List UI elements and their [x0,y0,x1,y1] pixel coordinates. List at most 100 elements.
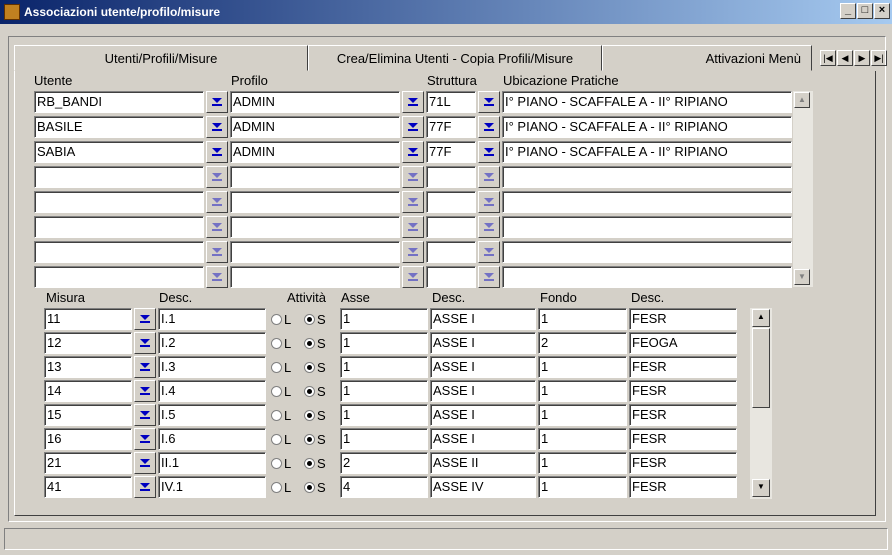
utente-field[interactable] [34,166,204,188]
misura-field[interactable]: 15 [44,404,132,426]
ubicazione-field[interactable] [502,166,792,188]
ubicazione-field[interactable] [502,266,792,288]
asse-field[interactable]: 4 [340,476,428,498]
desc-misura-field[interactable]: I.6 [158,428,266,450]
users-scrollbar[interactable]: ▲ ▼ [793,91,813,287]
utente-dropdown-button[interactable] [206,266,228,288]
desc-misura-field[interactable]: I.1 [158,308,266,330]
asse-field[interactable]: 1 [340,356,428,378]
radio-s-dot[interactable] [304,362,315,373]
profilo-field[interactable] [230,166,400,188]
utente-dropdown-button[interactable] [206,141,228,163]
radio-s-dot[interactable] [304,314,315,325]
profilo-field[interactable]: ADMIN [230,141,400,163]
fondo-field[interactable]: 1 [538,428,627,450]
misura-field[interactable]: 21 [44,452,132,474]
radio-l-dot[interactable] [271,482,282,493]
utente-dropdown-button[interactable] [206,191,228,213]
radio-l-dot[interactable] [271,362,282,373]
struttura-field[interactable]: 71L [426,91,476,113]
struttura-dropdown-button[interactable] [478,216,500,238]
radio-s-dot[interactable] [304,434,315,445]
radio-l-dot[interactable] [271,410,282,421]
scroll-up-icon[interactable]: ▲ [752,309,770,327]
desc-fondo-field[interactable]: FESR [629,380,737,402]
desc-fondo-field[interactable]: FESR [629,476,737,498]
attivita-radio-l[interactable]: L [271,336,291,351]
radio-l-dot[interactable] [271,338,282,349]
misure-scrollbar[interactable]: ▲ ▼ [750,308,772,499]
desc-fondo-field[interactable]: FESR [629,404,737,426]
desc-asse-field[interactable]: ASSE I [430,428,536,450]
desc-fondo-field[interactable]: FESR [629,452,737,474]
ubicazione-field[interactable]: I° PIANO - SCAFFALE A - II° RIPIANO [502,116,792,138]
utente-field[interactable] [34,191,204,213]
tab-attivazioni-menu[interactable]: Attivazioni Menù [602,45,812,71]
close-button[interactable]: × [874,3,890,19]
ubicazione-field[interactable]: I° PIANO - SCAFFALE A - II° RIPIANO [502,91,792,113]
utente-dropdown-button[interactable] [206,116,228,138]
desc-asse-field[interactable]: ASSE IV [430,476,536,498]
fondo-field[interactable]: 1 [538,380,627,402]
last-tab-icon[interactable]: ▶| [871,50,887,66]
profilo-field[interactable] [230,266,400,288]
fondo-field[interactable]: 1 [538,308,627,330]
scroll-down-icon[interactable]: ▼ [752,479,770,497]
misura-dropdown-button[interactable] [134,476,156,498]
attivita-radio-l[interactable]: L [271,312,291,327]
attivita-radio-s[interactable]: S [304,360,326,375]
prev-tab-icon[interactable]: ◀ [837,50,853,66]
misura-dropdown-button[interactable] [134,428,156,450]
attivita-radio-s[interactable]: S [304,456,326,471]
utente-field[interactable] [34,216,204,238]
attivita-radio-s[interactable]: S [304,480,326,495]
struttura-field[interactable] [426,166,476,188]
struttura-field[interactable] [426,266,476,288]
fondo-field[interactable]: 1 [538,452,627,474]
misura-dropdown-button[interactable] [134,404,156,426]
utente-dropdown-button[interactable] [206,166,228,188]
desc-misura-field[interactable]: I.3 [158,356,266,378]
utente-field[interactable] [34,266,204,288]
ubicazione-field[interactable] [502,241,792,263]
misura-dropdown-button[interactable] [134,308,156,330]
attivita-radio-s[interactable]: S [304,312,326,327]
profilo-dropdown-button[interactable] [402,266,424,288]
attivita-radio-s[interactable]: S [304,384,326,399]
radio-s-dot[interactable] [304,482,315,493]
desc-asse-field[interactable]: ASSE II [430,452,536,474]
profilo-dropdown-button[interactable] [402,216,424,238]
next-tab-icon[interactable]: ▶ [854,50,870,66]
asse-field[interactable]: 1 [340,404,428,426]
struttura-field[interactable] [426,191,476,213]
scroll-up-icon[interactable]: ▲ [794,92,810,108]
asse-field[interactable]: 2 [340,452,428,474]
fondo-field[interactable]: 1 [538,356,627,378]
desc-asse-field[interactable]: ASSE I [430,380,536,402]
profilo-field[interactable] [230,191,400,213]
struttura-dropdown-button[interactable] [478,91,500,113]
attivita-radio-l[interactable]: L [271,384,291,399]
misura-field[interactable]: 16 [44,428,132,450]
misura-field[interactable]: 11 [44,308,132,330]
utente-dropdown-button[interactable] [206,216,228,238]
asse-field[interactable]: 1 [340,308,428,330]
attivita-radio-l[interactable]: L [271,432,291,447]
misura-dropdown-button[interactable] [134,332,156,354]
fondo-field[interactable]: 1 [538,404,627,426]
radio-l-dot[interactable] [271,314,282,325]
maximize-button[interactable]: □ [857,3,873,19]
struttura-dropdown-button[interactable] [478,141,500,163]
struttura-field[interactable]: 77F [426,116,476,138]
utente-dropdown-button[interactable] [206,241,228,263]
radio-l-dot[interactable] [271,434,282,445]
desc-fondo-field[interactable]: FESR [629,428,737,450]
radio-l-dot[interactable] [271,458,282,469]
struttura-field[interactable] [426,241,476,263]
utente-field[interactable]: RB_BANDI [34,91,204,113]
profilo-field[interactable]: ADMIN [230,91,400,113]
profilo-field[interactable] [230,241,400,263]
misura-field[interactable]: 13 [44,356,132,378]
ubicazione-field[interactable] [502,191,792,213]
utente-field[interactable]: BASILE [34,116,204,138]
